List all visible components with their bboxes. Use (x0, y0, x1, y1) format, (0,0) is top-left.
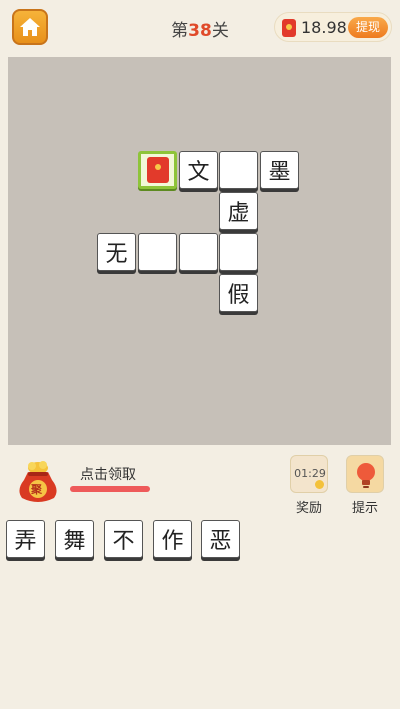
reward-timer: 01:29 (294, 467, 326, 480)
treasure-bag-button[interactable]: 聚 (14, 458, 62, 504)
red-envelope-icon (146, 157, 169, 183)
withdraw-button[interactable]: 提现 (348, 17, 388, 38)
hint-button[interactable] (346, 455, 384, 493)
board-cell-r1c4[interactable]: 墨 (260, 151, 299, 189)
reward-label: 奖励 (295, 501, 322, 516)
bag-label: 聚 (31, 483, 42, 496)
level-number: 38 (188, 21, 212, 41)
board-cell-r1c3[interactable] (219, 151, 258, 189)
collect-label[interactable]: 点击领取 (80, 464, 136, 484)
option-tile-3[interactable]: 不 (104, 520, 143, 558)
board-cell-r1c1[interactable] (138, 151, 177, 189)
hint-label: 提示 (351, 501, 378, 516)
board-cell-r1c2[interactable]: 文 (179, 151, 218, 189)
option-tile-2[interactable]: 舞 (55, 520, 94, 558)
lightbulb-icon (357, 463, 375, 488)
board-cell-r3c2[interactable] (179, 233, 218, 271)
board-cell-r4c3[interactable]: 假 (219, 274, 258, 312)
reward-button[interactable]: 01:29 (290, 455, 328, 493)
coin-icon (315, 480, 324, 489)
option-tile-1[interactable]: 弄 (6, 520, 45, 558)
red-envelope-icon (282, 19, 296, 37)
board-cell-r3c1[interactable] (138, 233, 177, 271)
collect-progress-bar (70, 486, 150, 492)
board-cell-r3c0[interactable]: 无 (97, 233, 136, 271)
balance-amount: 18.98 (301, 18, 347, 37)
puzzle-board: 文 墨 虚 无 假 (8, 57, 391, 445)
option-tile-5[interactable]: 恶 (201, 520, 240, 558)
balance-pill: 18.98 提现 (274, 12, 392, 42)
board-cell-r2c3[interactable]: 虚 (219, 192, 258, 230)
option-tile-4[interactable]: 作 (153, 520, 192, 558)
board-cell-r3c3[interactable] (219, 233, 258, 271)
